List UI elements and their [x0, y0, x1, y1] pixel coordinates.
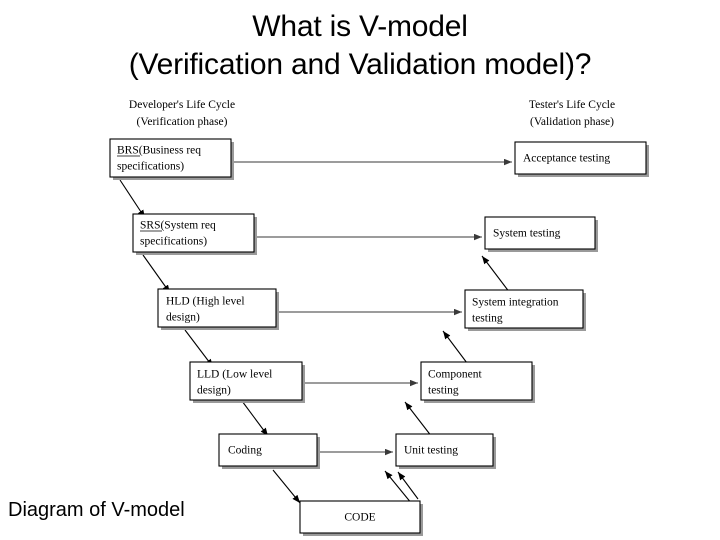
box-component-line-2: testing [428, 385, 459, 397]
right-phase-line-1: Tester's Life Cycle [529, 99, 615, 111]
box-srs-line-2: specifications) [140, 236, 207, 248]
box-unit-testing[interactable]: Unit testing [395, 433, 496, 469]
box-system-testing-label: System testing [493, 228, 561, 240]
connector-unit-component [384, 470, 413, 505]
box-hld-line-2: design) [166, 312, 200, 324]
box-component-testing[interactable]: Component testing [420, 361, 535, 403]
box-srs[interactable]: SRS(System req specifications) [132, 213, 257, 255]
box-coding[interactable]: Coding [218, 433, 320, 469]
connector-brs-srs [119, 179, 146, 219]
box-system-integration-testing[interactable]: System integration testing [464, 289, 586, 331]
left-phase-header: Developer's Life Cycle (Verification pha… [129, 99, 235, 128]
box-acceptance-testing-label: Acceptance testing [523, 153, 610, 165]
box-hld[interactable]: HLD (High level design) [157, 288, 279, 330]
box-sit-line-2: testing [472, 313, 503, 325]
left-phase-line-2: (Verification phase) [136, 116, 227, 128]
box-hld-line-1: HLD (High level [166, 296, 245, 308]
v-model-diagram: Developer's Life Cycle (Verification pha… [0, 90, 720, 540]
connector-system-acceptance [481, 255, 511, 294]
right-phase-line-2: (Validation phase) [530, 116, 614, 128]
connector-code-unit [397, 471, 419, 500]
box-acceptance-testing[interactable]: Acceptance testing [514, 141, 649, 177]
connector-component-sit [404, 401, 433, 438]
box-unit-testing-label: Unit testing [404, 445, 458, 457]
slide-canvas: What is V-model (Verification and Valida… [0, 0, 720, 540]
box-brs-line-1: BRS(Business req [117, 145, 201, 157]
box-brs[interactable]: BRS(Business req specifications) [109, 138, 234, 180]
box-code[interactable]: CODE [299, 500, 423, 536]
box-brs-line-2: specifications) [117, 161, 184, 173]
connector-coding-code [272, 469, 301, 504]
box-system-testing[interactable]: System testing [484, 216, 598, 252]
box-lld[interactable]: LLD (Low level design) [189, 361, 305, 403]
box-sit-line-1: System integration [472, 297, 559, 309]
box-code-label: CODE [344, 512, 375, 524]
right-phase-header: Tester's Life Cycle (Validation phase) [529, 99, 615, 128]
page-title: What is V-model (Verification and Valida… [0, 8, 720, 84]
box-coding-label: Coding [228, 445, 262, 457]
box-lld-line-2: design) [197, 385, 231, 397]
slide-caption: Diagram of V-model [8, 499, 185, 521]
connector-lld-coding [241, 400, 269, 437]
title-line-2: (Verification and Validation model)? [128, 48, 592, 81]
left-phase-line-1: Developer's Life Cycle [129, 99, 235, 111]
connector-srs-hld [142, 254, 171, 294]
box-component-line-1: Component [428, 369, 482, 381]
box-srs-line-1: SRS(System req [140, 220, 216, 232]
title-line-1: What is V-model [252, 10, 468, 43]
box-lld-line-1: LLD (Low level [197, 369, 272, 381]
